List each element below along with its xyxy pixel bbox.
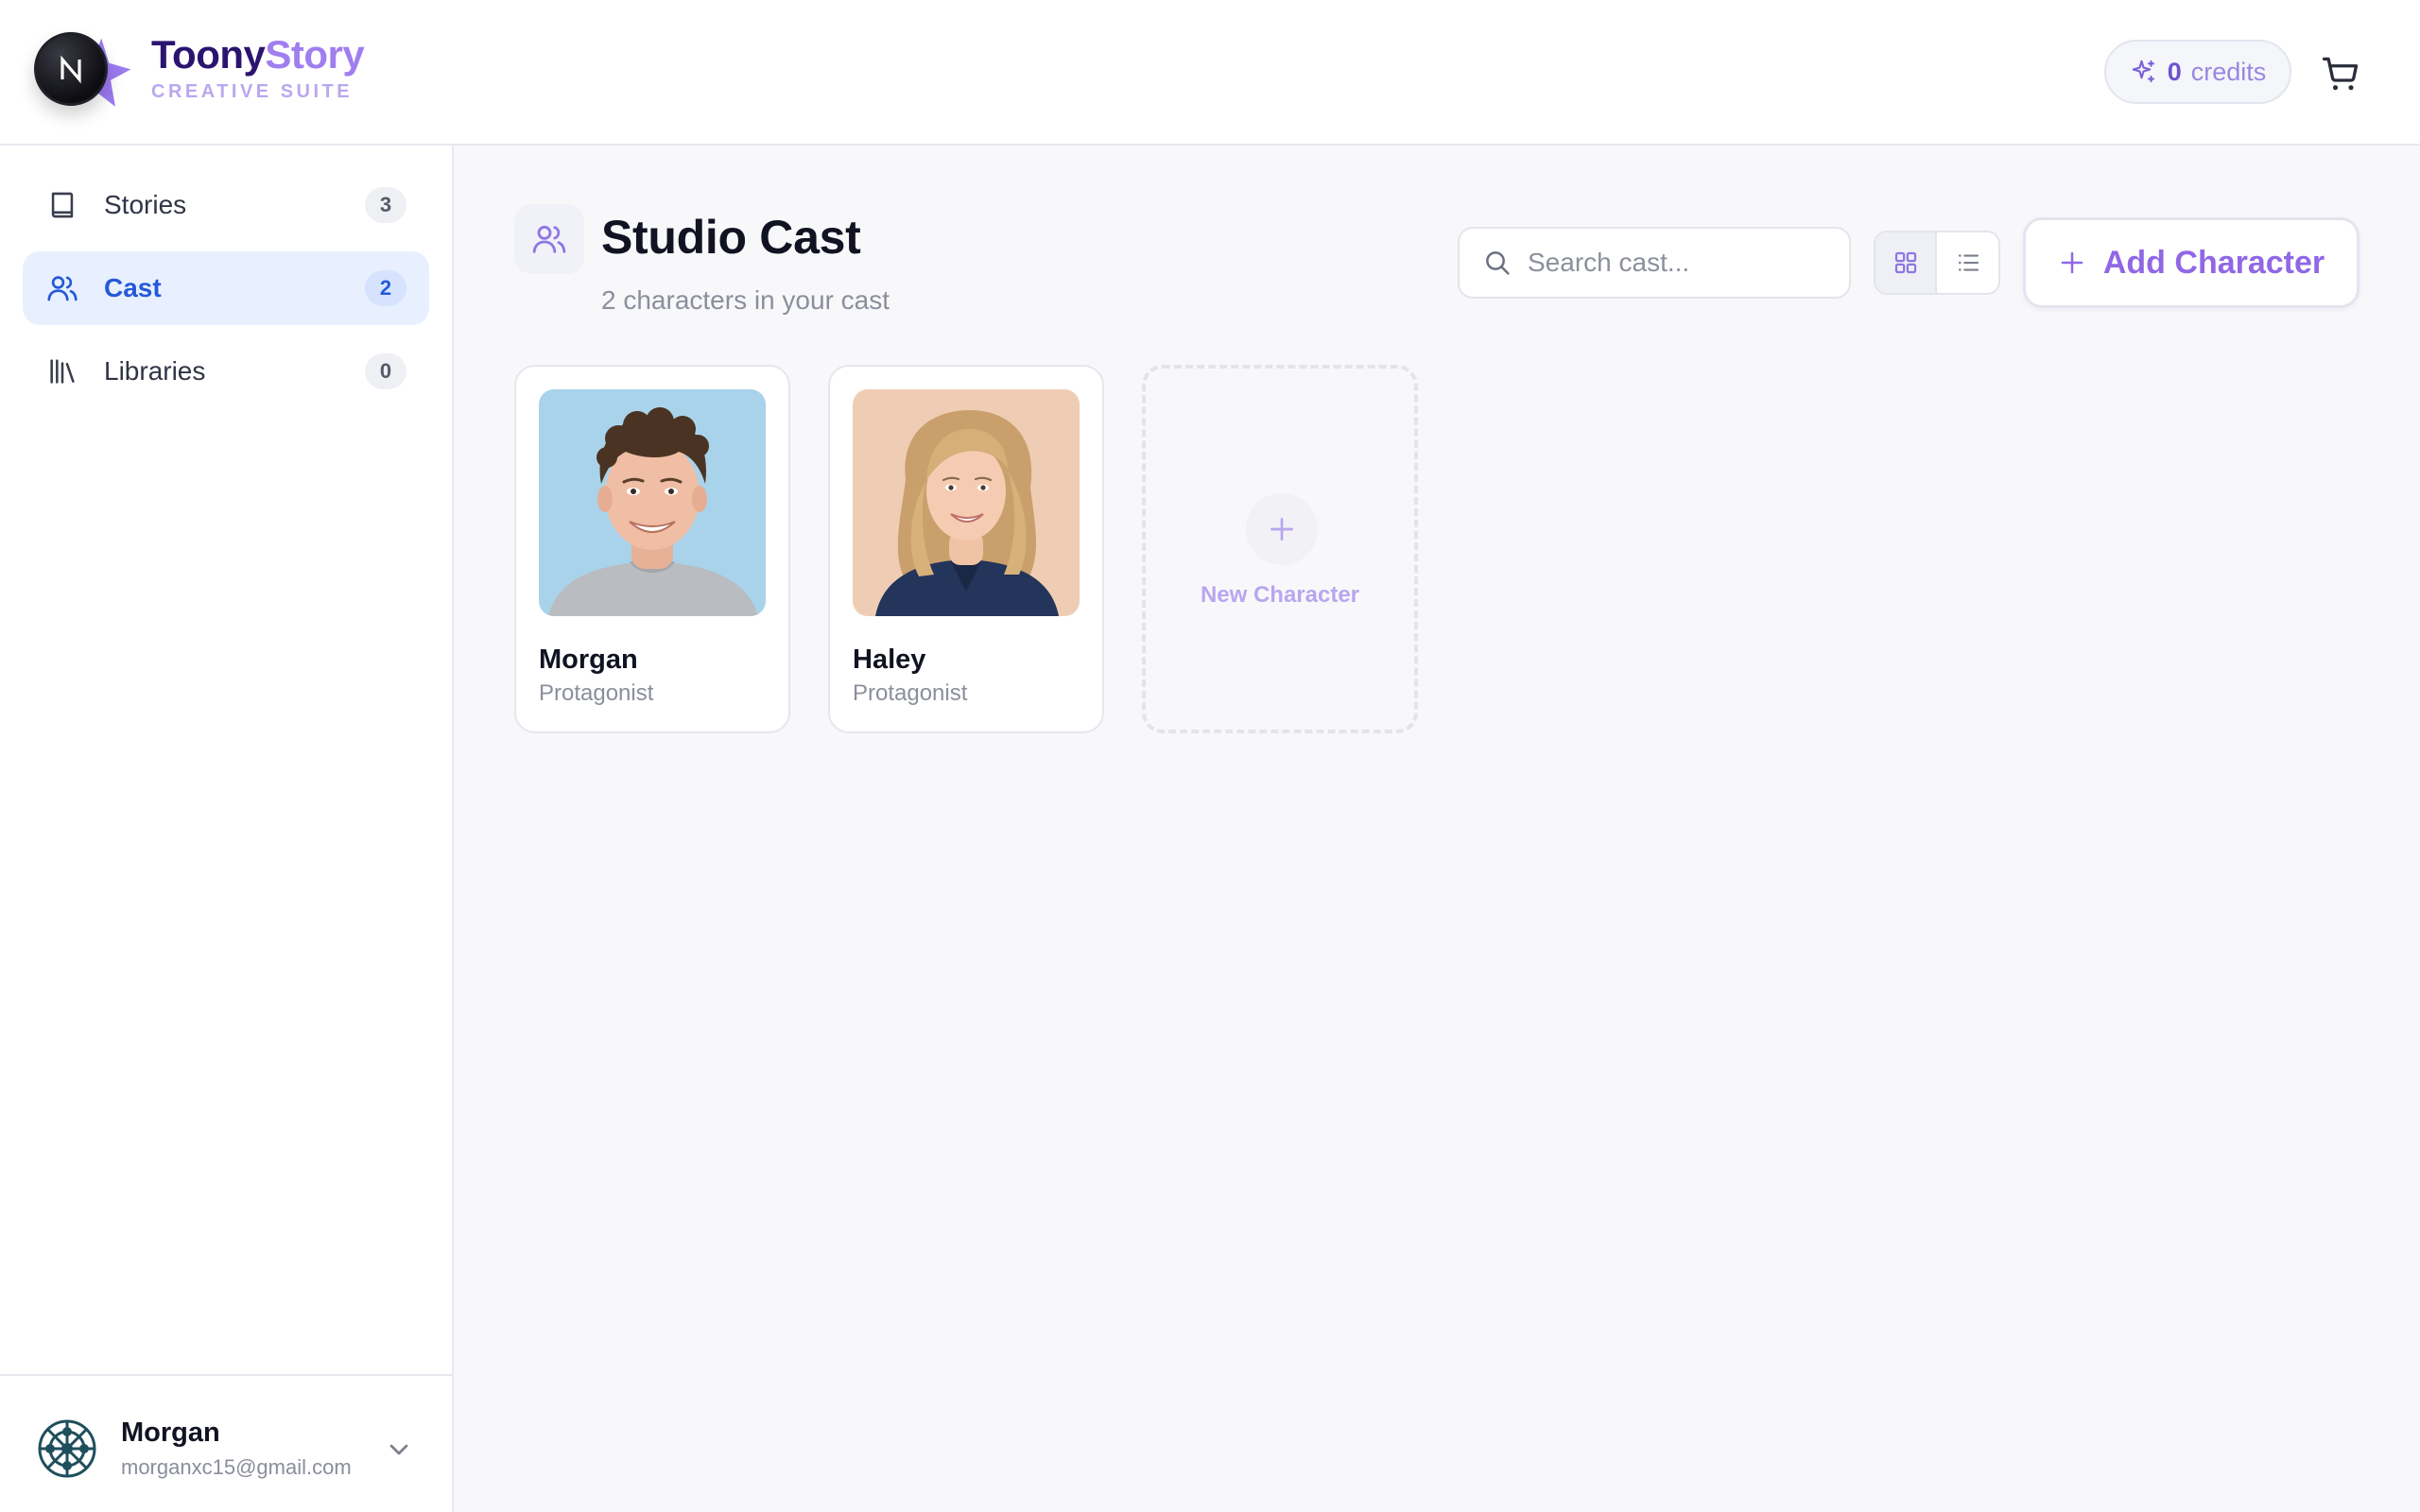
- add-character-label: Add Character: [2102, 244, 2325, 281]
- cast-title-icon: [514, 204, 584, 274]
- app-logo[interactable]: [34, 28, 131, 113]
- character-role: Protagonist: [853, 680, 968, 706]
- list-icon: [1958, 254, 1979, 271]
- users-icon: [45, 271, 79, 305]
- sidebar-item-libraries[interactable]: Libraries 0: [23, 335, 429, 408]
- grid-icon: [1894, 251, 1916, 274]
- cart-icon: [2322, 57, 2359, 91]
- user-email: morganxc15@gmail.com: [121, 1455, 352, 1479]
- credits-value: 0: [2167, 57, 2182, 86]
- users-icon: [532, 225, 566, 253]
- book-icon: [45, 188, 79, 222]
- character-card-haley[interactable]: Haley Protagonist: [828, 365, 1104, 733]
- view-toggle: [1874, 231, 2000, 295]
- count-badge: 2: [365, 270, 406, 306]
- sidebar-item-label: Libraries: [104, 356, 206, 386]
- character-photo: [853, 389, 1080, 616]
- add-character-button[interactable]: Add Character: [2023, 217, 2360, 308]
- cart-button[interactable]: [2320, 53, 2361, 94]
- sidebar-item-label: Cast: [104, 273, 162, 302]
- plus-icon: [1270, 518, 1293, 541]
- brand-name-part2: Story: [265, 32, 365, 77]
- count-badge: 3: [365, 187, 406, 223]
- character-name: Morgan: [539, 644, 638, 675]
- new-character-label: New Character: [1200, 582, 1360, 608]
- character-card-morgan[interactable]: Morgan Protagonist: [514, 365, 790, 733]
- search-box: [1458, 227, 1851, 299]
- top-header: ToonyStory CREATIVE SUITE 0 credits: [0, 0, 2420, 146]
- user-menu[interactable]: Morgan morganxc15@gmail.com: [0, 1374, 452, 1512]
- sidebar-item-label: Stories: [104, 190, 187, 219]
- character-role: Protagonist: [539, 680, 654, 706]
- logo-n-mark: [60, 55, 81, 84]
- search-input[interactable]: [1528, 248, 1830, 278]
- brand-subtitle: CREATIVE SUITE: [151, 81, 354, 102]
- library-icon: [45, 354, 79, 388]
- brand: ToonyStory CREATIVE SUITE: [151, 30, 365, 103]
- avatar: [36, 1418, 98, 1480]
- grid-view-button[interactable]: [1876, 232, 1938, 293]
- sparkles-icon: [2132, 60, 2154, 83]
- sidebar-item-cast[interactable]: Cast 2: [23, 251, 429, 325]
- new-character-card[interactable]: New Character: [1142, 365, 1418, 733]
- logo-badge: [34, 32, 108, 106]
- brand-name: ToonyStory: [151, 30, 365, 79]
- chevron-down-icon[interactable]: [384, 1435, 414, 1465]
- credits-label: credits: [2190, 57, 2267, 86]
- page-subtitle: 2 characters in your cast: [601, 285, 890, 315]
- search-icon: [1486, 251, 1510, 275]
- sidebar-item-stories[interactable]: Stories 3: [23, 168, 429, 242]
- character-name: Haley: [853, 644, 926, 675]
- credits-button[interactable]: 0 credits: [2104, 40, 2291, 104]
- list-view-button[interactable]: [1937, 232, 1998, 293]
- plus-circle: [1246, 493, 1318, 565]
- user-name: Morgan: [121, 1418, 220, 1448]
- brand-name-part1: Toony: [151, 32, 266, 77]
- character-photo: [539, 389, 766, 616]
- page-title: Studio Cast: [601, 211, 861, 264]
- sidebar: Stories 3 Cast 2 Libraries 0 Morgan morg…: [0, 146, 454, 1512]
- count-badge: 0: [365, 353, 406, 389]
- plus-icon: [2061, 251, 2083, 274]
